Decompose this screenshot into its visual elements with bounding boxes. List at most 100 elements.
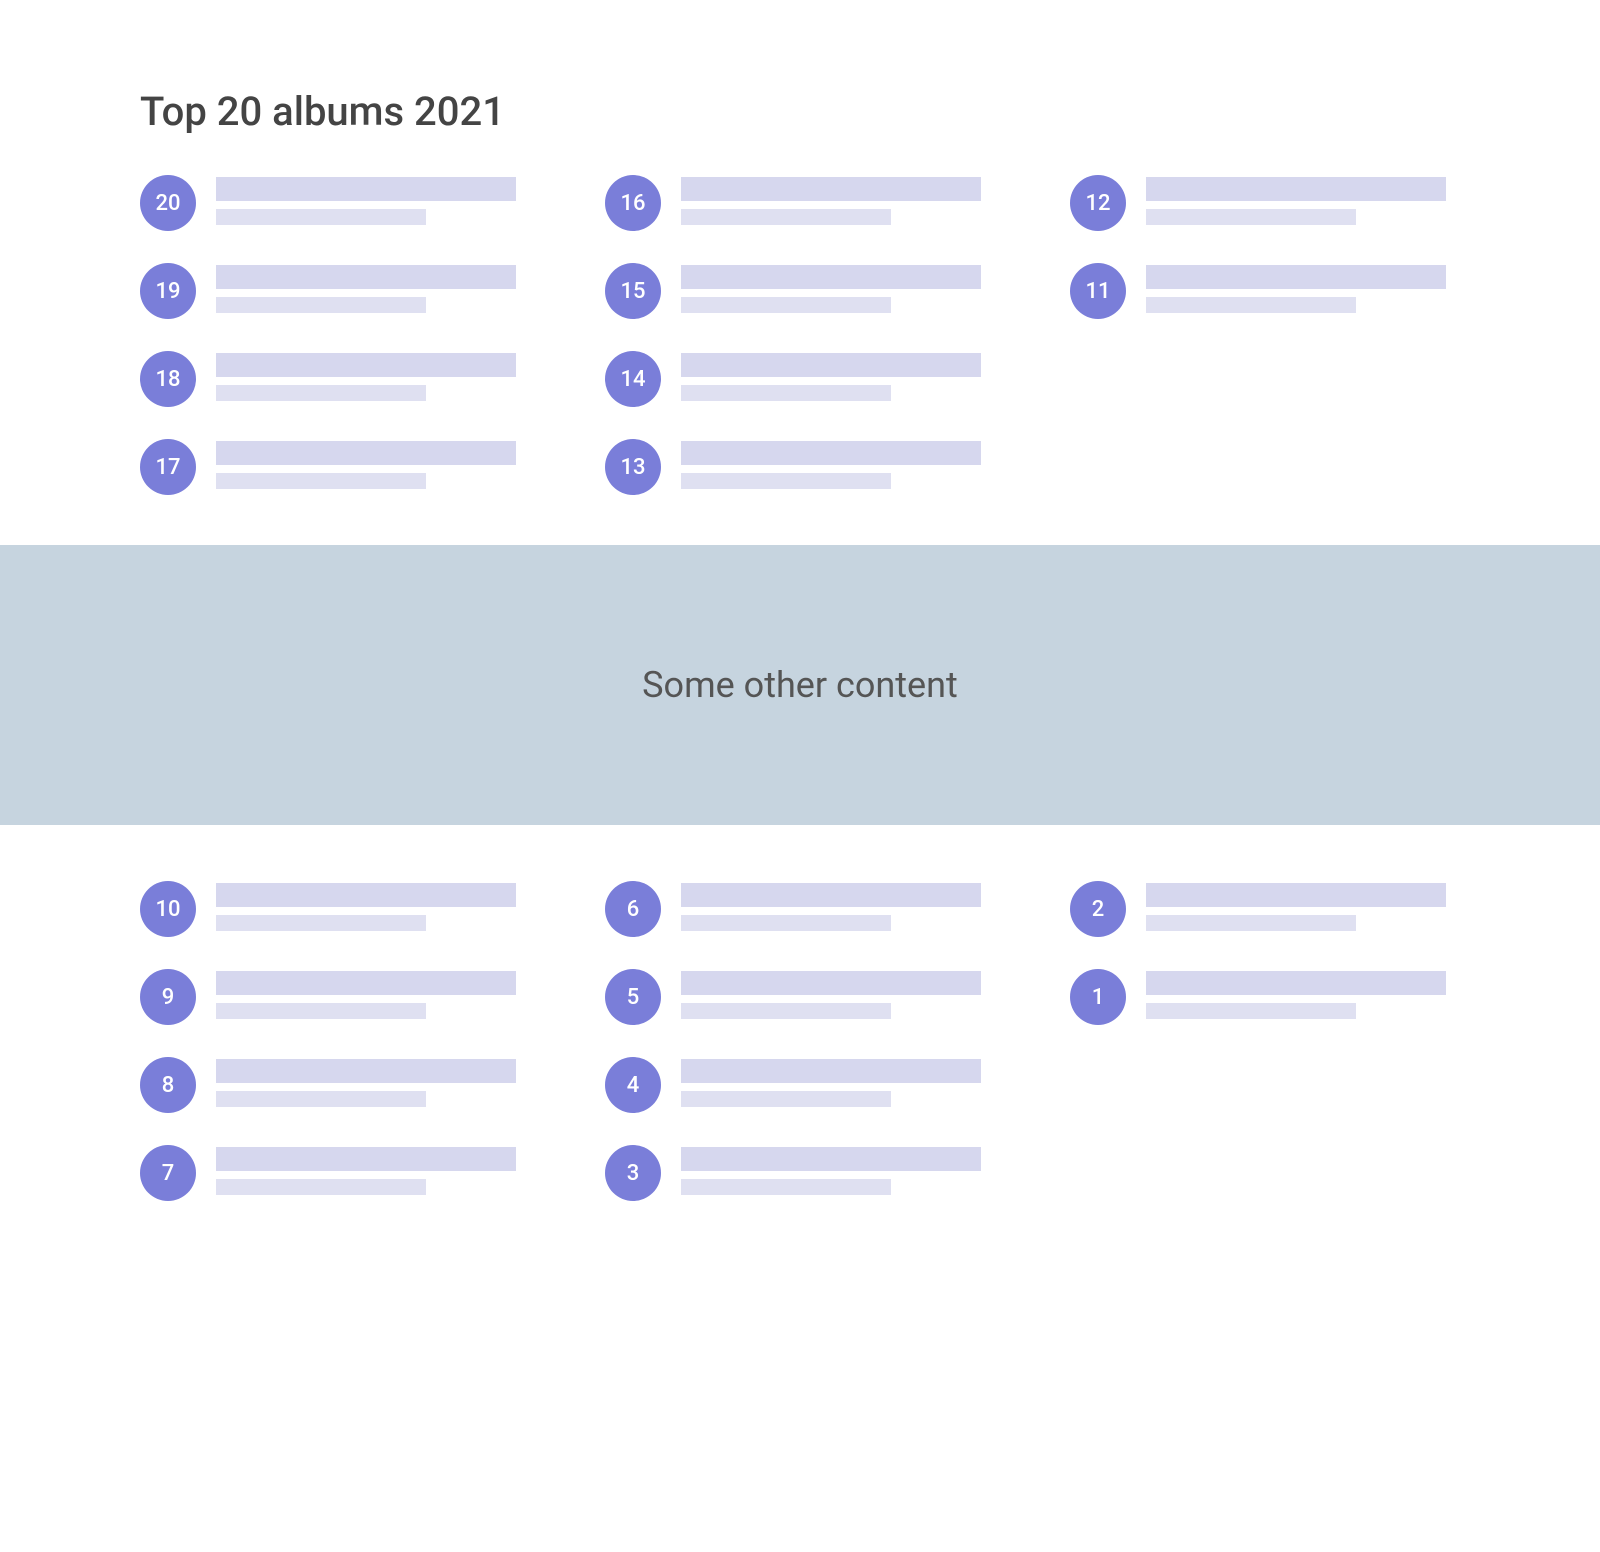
column: 10 9 8 7 — [140, 881, 530, 1201]
list-item: 3 — [605, 1145, 995, 1201]
list-item: 11 — [1070, 263, 1460, 319]
item-content — [681, 1145, 981, 1195]
subtitle-placeholder — [216, 1179, 426, 1195]
title-placeholder — [681, 1147, 981, 1171]
banner-text: Some other content — [642, 664, 958, 706]
title-placeholder — [216, 883, 516, 907]
rank-badge: 17 — [140, 439, 196, 495]
title-placeholder — [1146, 971, 1446, 995]
column: 12 11 — [1070, 175, 1460, 495]
column: 16 15 14 13 — [605, 175, 995, 495]
subtitle-placeholder — [1146, 297, 1356, 313]
column: 20 19 18 17 — [140, 175, 530, 495]
rank-badge: 8 — [140, 1057, 196, 1113]
list-item: 6 — [605, 881, 995, 937]
rank-badge: 12 — [1070, 175, 1126, 231]
item-content — [1146, 175, 1446, 225]
rank-badge: 19 — [140, 263, 196, 319]
list-item: 20 — [140, 175, 530, 231]
list-item: 5 — [605, 969, 995, 1025]
subtitle-placeholder — [216, 473, 426, 489]
title-placeholder — [681, 883, 981, 907]
title-placeholder — [216, 1059, 516, 1083]
subtitle-placeholder — [216, 1003, 426, 1019]
item-content — [216, 263, 516, 313]
title-placeholder — [681, 1059, 981, 1083]
list-item: 19 — [140, 263, 530, 319]
list-item: 10 — [140, 881, 530, 937]
rank-badge: 11 — [1070, 263, 1126, 319]
column: 6 5 4 3 — [605, 881, 995, 1201]
title-placeholder — [216, 177, 516, 201]
title-placeholder — [216, 441, 516, 465]
title-placeholder — [681, 971, 981, 995]
title-placeholder — [216, 1147, 516, 1171]
item-content — [1146, 881, 1446, 931]
item-content — [681, 263, 981, 313]
rank-badge: 6 — [605, 881, 661, 937]
list-item: 12 — [1070, 175, 1460, 231]
item-content — [216, 881, 516, 931]
subtitle-placeholder — [681, 385, 891, 401]
subtitle-placeholder — [1146, 209, 1356, 225]
list-item: 18 — [140, 351, 530, 407]
item-content — [216, 439, 516, 489]
list-section-upper: 20 19 18 17 — [0, 175, 1600, 545]
subtitle-placeholder — [216, 297, 426, 313]
rank-badge: 16 — [605, 175, 661, 231]
title-placeholder — [216, 265, 516, 289]
list-item: 14 — [605, 351, 995, 407]
rank-badge: 18 — [140, 351, 196, 407]
banner: Some other content — [0, 545, 1600, 825]
subtitle-placeholder — [681, 1003, 891, 1019]
list-item: 15 — [605, 263, 995, 319]
subtitle-placeholder — [681, 915, 891, 931]
rank-badge: 13 — [605, 439, 661, 495]
subtitle-placeholder — [216, 1091, 426, 1107]
subtitle-placeholder — [681, 209, 891, 225]
subtitle-placeholder — [681, 1179, 891, 1195]
list-item: 1 — [1070, 969, 1460, 1025]
item-content — [681, 351, 981, 401]
list-item: 4 — [605, 1057, 995, 1113]
list-item: 13 — [605, 439, 995, 495]
list-item: 7 — [140, 1145, 530, 1201]
item-content — [1146, 263, 1446, 313]
title-placeholder — [216, 971, 516, 995]
column: 2 1 — [1070, 881, 1460, 1201]
title-placeholder — [1146, 265, 1446, 289]
item-content — [216, 175, 516, 225]
list-item: 17 — [140, 439, 530, 495]
page-title: Top 20 albums 2021 — [0, 0, 1600, 175]
rank-badge: 2 — [1070, 881, 1126, 937]
rank-badge: 10 — [140, 881, 196, 937]
spacer — [0, 825, 1600, 881]
subtitle-placeholder — [216, 209, 426, 225]
title-placeholder — [681, 177, 981, 201]
list-item: 8 — [140, 1057, 530, 1113]
subtitle-placeholder — [216, 385, 426, 401]
list-section-lower: 10 9 8 7 — [0, 881, 1600, 1251]
rank-badge: 3 — [605, 1145, 661, 1201]
item-content — [681, 175, 981, 225]
rank-badge: 9 — [140, 969, 196, 1025]
subtitle-placeholder — [216, 915, 426, 931]
subtitle-placeholder — [1146, 915, 1356, 931]
item-content — [1146, 969, 1446, 1019]
title-placeholder — [216, 353, 516, 377]
title-placeholder — [681, 265, 981, 289]
title-placeholder — [681, 353, 981, 377]
rank-badge: 4 — [605, 1057, 661, 1113]
rank-badge: 14 — [605, 351, 661, 407]
rank-badge: 7 — [140, 1145, 196, 1201]
item-content — [216, 1145, 516, 1195]
list-item: 9 — [140, 969, 530, 1025]
title-placeholder — [1146, 177, 1446, 201]
item-content — [681, 881, 981, 931]
item-content — [681, 1057, 981, 1107]
subtitle-placeholder — [681, 297, 891, 313]
item-content — [681, 439, 981, 489]
rank-badge: 1 — [1070, 969, 1126, 1025]
title-placeholder — [1146, 883, 1446, 907]
rank-badge: 5 — [605, 969, 661, 1025]
